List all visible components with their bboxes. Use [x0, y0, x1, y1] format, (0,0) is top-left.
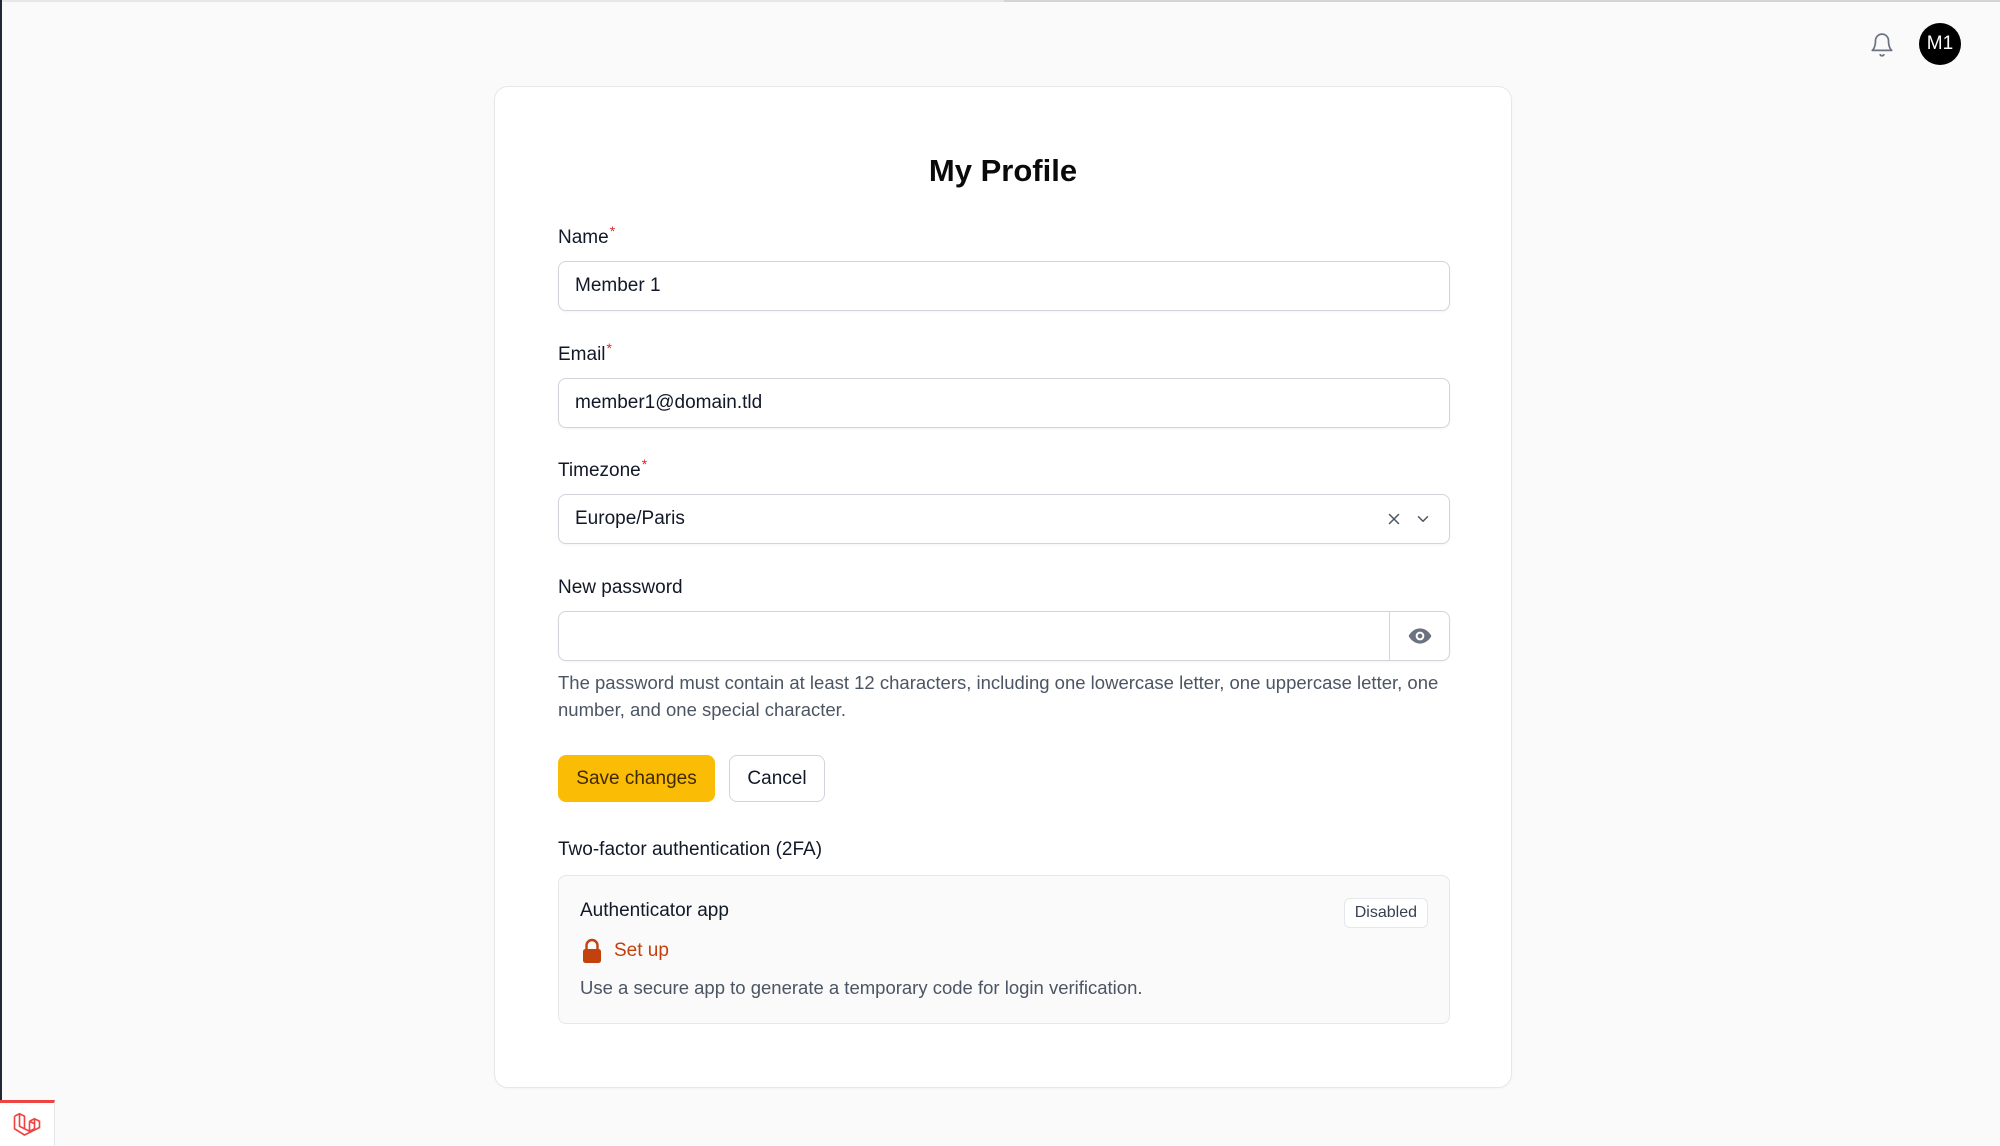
- authenticator-app-title: Authenticator app: [580, 900, 729, 921]
- debugbar-toggle[interactable]: [0, 1100, 55, 1146]
- setup-label: Set up: [614, 940, 669, 961]
- save-changes-button[interactable]: Save changes: [558, 755, 715, 802]
- user-avatar[interactable]: M1: [1919, 23, 1961, 65]
- authenticator-app-panel: Authenticator app Disabled Set up Use a …: [558, 875, 1450, 1024]
- email-field-wrapper: [558, 378, 1450, 428]
- password-field-wrapper: [558, 611, 1450, 661]
- name-field-wrapper: [558, 261, 1450, 311]
- name-label: Name*: [558, 223, 615, 249]
- email-input[interactable]: [559, 379, 1449, 427]
- timezone-value: Europe/Paris: [575, 508, 685, 529]
- eye-icon: [1408, 628, 1431, 644]
- laravel-icon: [13, 1112, 41, 1136]
- status-badge: Disabled: [1343, 898, 1428, 928]
- setup-2fa-link[interactable]: Set up: [580, 938, 669, 964]
- email-label: Email*: [558, 340, 612, 366]
- left-edge: [0, 0, 2, 1146]
- required-mark: *: [609, 223, 616, 239]
- name-input[interactable]: [559, 262, 1449, 310]
- email-label-text: Email: [558, 344, 606, 365]
- timezone-label-text: Timezone: [558, 460, 641, 481]
- lock-icon: [583, 938, 601, 963]
- twofa-section-title: Two-factor authentication (2FA): [558, 839, 823, 860]
- timezone-label: Timezone*: [558, 456, 647, 482]
- cancel-button[interactable]: Cancel: [729, 755, 825, 802]
- name-label-text: Name: [558, 227, 609, 248]
- required-mark: *: [606, 340, 612, 356]
- password-input[interactable]: [559, 612, 1449, 660]
- profile-card: My Profile Name* Email* Timezone* Europe…: [494, 86, 1512, 1088]
- page-title: My Profile: [928, 153, 1078, 188]
- required-mark: *: [641, 456, 648, 472]
- password-hint: The password must contain at least 12 ch…: [558, 672, 1439, 720]
- authenticator-app-description: Use a secure app to generate a temporary…: [580, 977, 1143, 998]
- top-border: [0, 0, 2000, 2]
- chevron-down-icon[interactable]: [1414, 510, 1432, 528]
- timezone-select[interactable]: Europe/Paris: [558, 494, 1450, 544]
- clear-icon[interactable]: [1385, 510, 1403, 528]
- notifications-button[interactable]: [1866, 28, 1898, 62]
- bell-icon: [1871, 33, 1893, 57]
- toggle-password-visibility-button[interactable]: [1389, 612, 1449, 660]
- password-label: New password: [558, 577, 683, 598]
